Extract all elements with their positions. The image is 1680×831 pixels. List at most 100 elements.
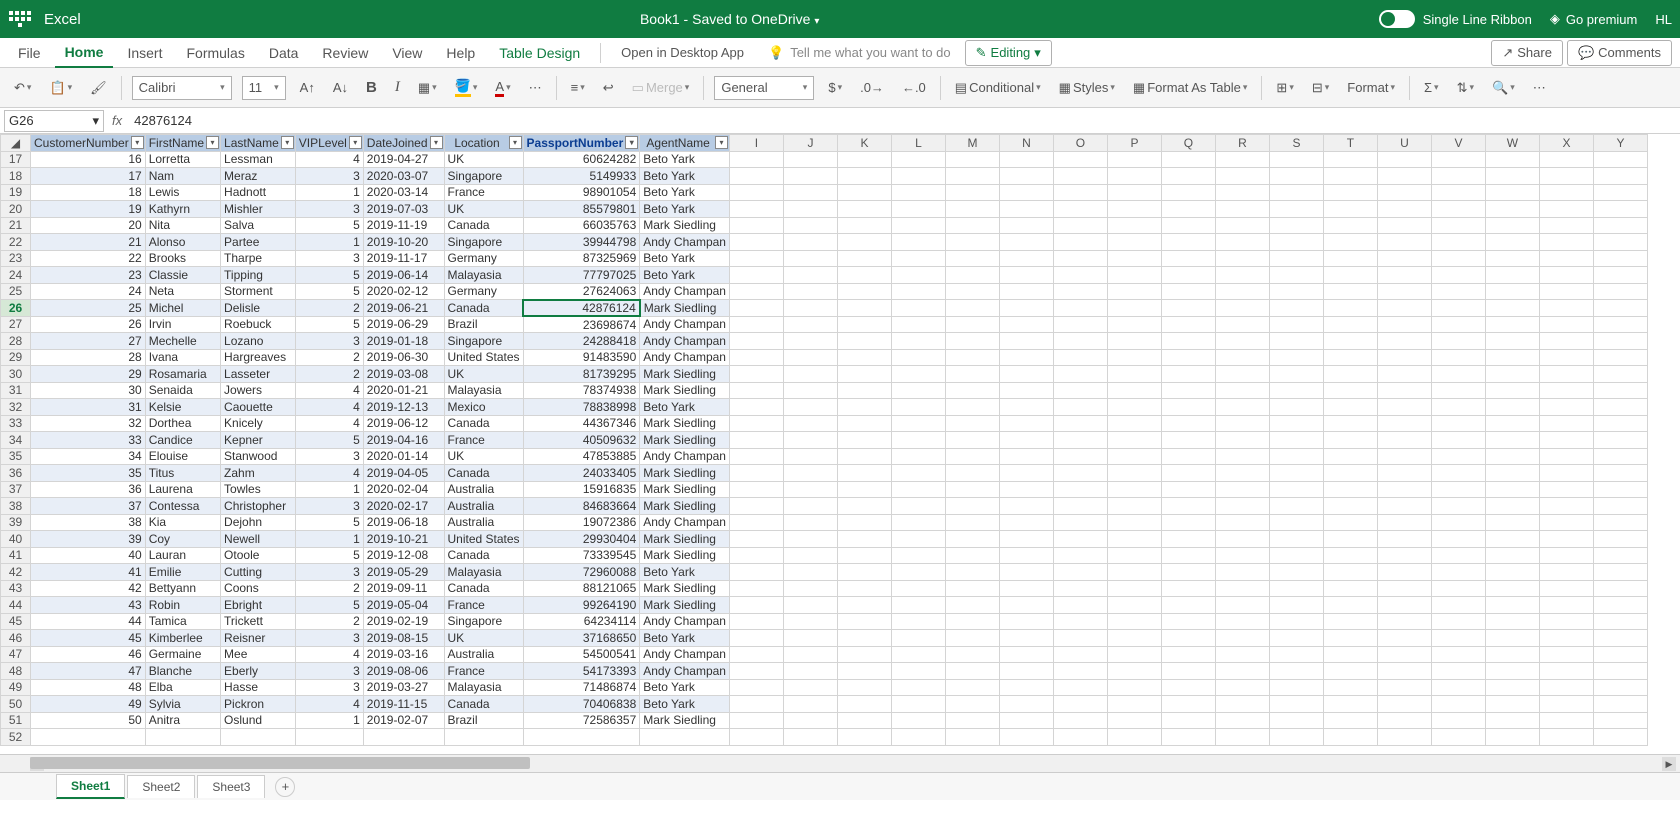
cell[interactable]	[1539, 531, 1593, 548]
row-number[interactable]: 26	[1, 300, 31, 317]
cell[interactable]	[999, 498, 1053, 515]
cell[interactable]: Singapore	[444, 333, 523, 350]
cell[interactable]	[1107, 415, 1161, 432]
cell[interactable]	[945, 597, 999, 614]
cell[interactable]	[1431, 267, 1485, 284]
open-desktop-app[interactable]: Open in Desktop App	[611, 39, 754, 66]
cell[interactable]: Brazil	[444, 712, 523, 729]
cell[interactable]	[783, 481, 837, 498]
row-number[interactable]: 31	[1, 382, 31, 399]
cell[interactable]	[783, 531, 837, 548]
cell[interactable]: 3	[295, 679, 363, 696]
cell[interactable]	[1539, 712, 1593, 729]
cell[interactable]: 29	[31, 366, 146, 383]
cell[interactable]	[1539, 465, 1593, 482]
cell[interactable]	[1539, 415, 1593, 432]
cell[interactable]	[1431, 630, 1485, 647]
cell[interactable]	[1107, 283, 1161, 300]
cell[interactable]	[1323, 531, 1377, 548]
cell[interactable]	[1269, 184, 1323, 201]
cell[interactable]	[1377, 333, 1431, 350]
cell[interactable]	[891, 564, 945, 581]
cell[interactable]	[1593, 349, 1647, 366]
cell[interactable]	[1485, 382, 1539, 399]
cell[interactable]	[1377, 729, 1431, 746]
cell[interactable]: 1	[295, 531, 363, 548]
cell[interactable]	[945, 234, 999, 251]
cell[interactable]	[1323, 646, 1377, 663]
cell[interactable]	[1377, 465, 1431, 482]
cell[interactable]: Roebuck	[221, 316, 296, 333]
cell[interactable]	[1107, 349, 1161, 366]
cell[interactable]	[1269, 729, 1323, 746]
cell[interactable]	[891, 382, 945, 399]
row-number[interactable]: 43	[1, 580, 31, 597]
cell[interactable]	[837, 580, 891, 597]
cell[interactable]: 4	[295, 415, 363, 432]
cell[interactable]: 2019-04-27	[363, 151, 444, 168]
cell[interactable]: 3	[295, 564, 363, 581]
cell[interactable]: 2019-05-29	[363, 564, 444, 581]
cell[interactable]: 50	[31, 712, 146, 729]
cell[interactable]	[1485, 696, 1539, 713]
cell[interactable]: 78374938	[523, 382, 640, 399]
cell[interactable]	[945, 382, 999, 399]
cell[interactable]: Lasseter	[221, 366, 296, 383]
cell[interactable]: UK	[444, 201, 523, 218]
cell[interactable]	[1323, 300, 1377, 317]
cell[interactable]	[1593, 481, 1647, 498]
cell[interactable]	[1377, 481, 1431, 498]
cell[interactable]	[945, 630, 999, 647]
cell[interactable]: Contessa	[145, 498, 220, 515]
cell[interactable]: Australia	[444, 646, 523, 663]
cell[interactable]	[1323, 415, 1377, 432]
cell[interactable]: Andy Champan	[640, 283, 730, 300]
cell[interactable]: 17	[31, 168, 146, 185]
column-header[interactable]: CustomerNumber▾	[31, 135, 146, 152]
cell[interactable]: Kia	[145, 514, 220, 531]
cell[interactable]: Dejohn	[221, 514, 296, 531]
cell[interactable]	[1053, 399, 1107, 416]
cell[interactable]	[1539, 564, 1593, 581]
cell[interactable]	[1215, 646, 1269, 663]
cell[interactable]: Lorretta	[145, 151, 220, 168]
cell[interactable]: Mark Siedling	[640, 531, 730, 548]
row-number[interactable]: 24	[1, 267, 31, 284]
sheet-tab[interactable]: Sheet2	[127, 775, 195, 798]
cell[interactable]	[1269, 151, 1323, 168]
cell[interactable]: 4	[295, 151, 363, 168]
cell[interactable]	[945, 168, 999, 185]
cell[interactable]	[999, 696, 1053, 713]
cell[interactable]	[891, 316, 945, 333]
cell[interactable]: 88121065	[523, 580, 640, 597]
cell[interactable]	[1377, 382, 1431, 399]
cell[interactable]	[1053, 630, 1107, 647]
cell[interactable]: 2	[295, 300, 363, 317]
cell[interactable]	[1107, 382, 1161, 399]
cell[interactable]	[837, 316, 891, 333]
row-number[interactable]: 48	[1, 663, 31, 680]
cell[interactable]	[1485, 300, 1539, 317]
column-letter[interactable]: M	[945, 135, 999, 152]
cell[interactable]	[837, 267, 891, 284]
row-number[interactable]: 18	[1, 168, 31, 185]
cell[interactable]: 3	[295, 333, 363, 350]
cell[interactable]	[1215, 696, 1269, 713]
cell[interactable]: 2019-06-18	[363, 514, 444, 531]
number-format-dropdown[interactable]: General▾	[714, 76, 814, 100]
cell[interactable]: 78838998	[523, 399, 640, 416]
cell[interactable]	[999, 630, 1053, 647]
row-number[interactable]: 51	[1, 712, 31, 729]
cell[interactable]	[783, 712, 837, 729]
cell[interactable]: 2020-02-17	[363, 498, 444, 515]
cell[interactable]	[1215, 217, 1269, 234]
cell[interactable]: Brooks	[145, 250, 220, 267]
cell[interactable]	[1431, 646, 1485, 663]
cell[interactable]	[1107, 679, 1161, 696]
cell[interactable]	[783, 432, 837, 449]
cell[interactable]	[729, 498, 783, 515]
cell[interactable]	[1593, 679, 1647, 696]
cell[interactable]: Australia	[444, 498, 523, 515]
cell[interactable]: Jowers	[221, 382, 296, 399]
cell[interactable]: 37	[31, 498, 146, 515]
